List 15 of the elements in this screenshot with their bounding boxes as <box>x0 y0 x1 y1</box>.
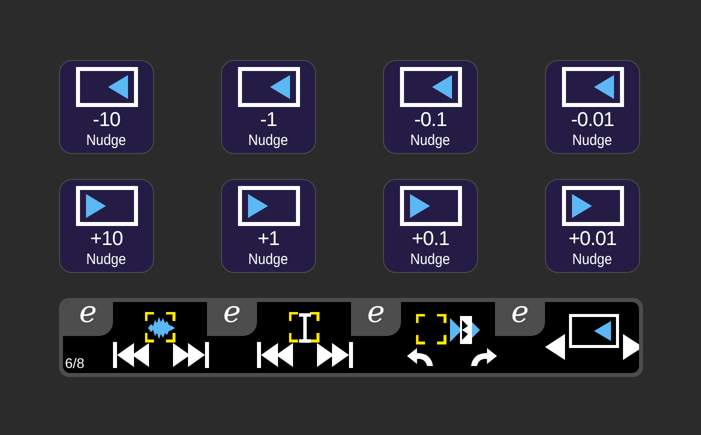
nudge-button[interactable]: -1 Nudge <box>221 60 316 154</box>
right-arrow-icon[interactable] <box>623 334 639 360</box>
nudge-button[interactable]: +0.01 Nudge <box>545 179 640 273</box>
nudge-button[interactable]: +10 Nudge <box>59 179 154 273</box>
nudge-button[interactable]: -0.1 Nudge <box>383 60 478 154</box>
left-arrow-icon[interactable] <box>545 334 565 360</box>
waveform-selection-icon[interactable] <box>145 312 177 344</box>
nudge-button[interactable]: -0.01 Nudge <box>545 60 640 154</box>
nudge-button[interactable]: +1 Nudge <box>221 179 316 273</box>
undo-arrow-icon[interactable] <box>407 348 433 366</box>
page-indicator: 6/8 <box>65 355 84 371</box>
cursor-selection-icon[interactable] <box>289 312 321 344</box>
nudge-button[interactable]: +0.1 Nudge <box>383 179 478 273</box>
redo-arrow-icon[interactable] <box>471 348 497 366</box>
nudge-button[interactable]: -10 Nudge <box>59 60 154 154</box>
